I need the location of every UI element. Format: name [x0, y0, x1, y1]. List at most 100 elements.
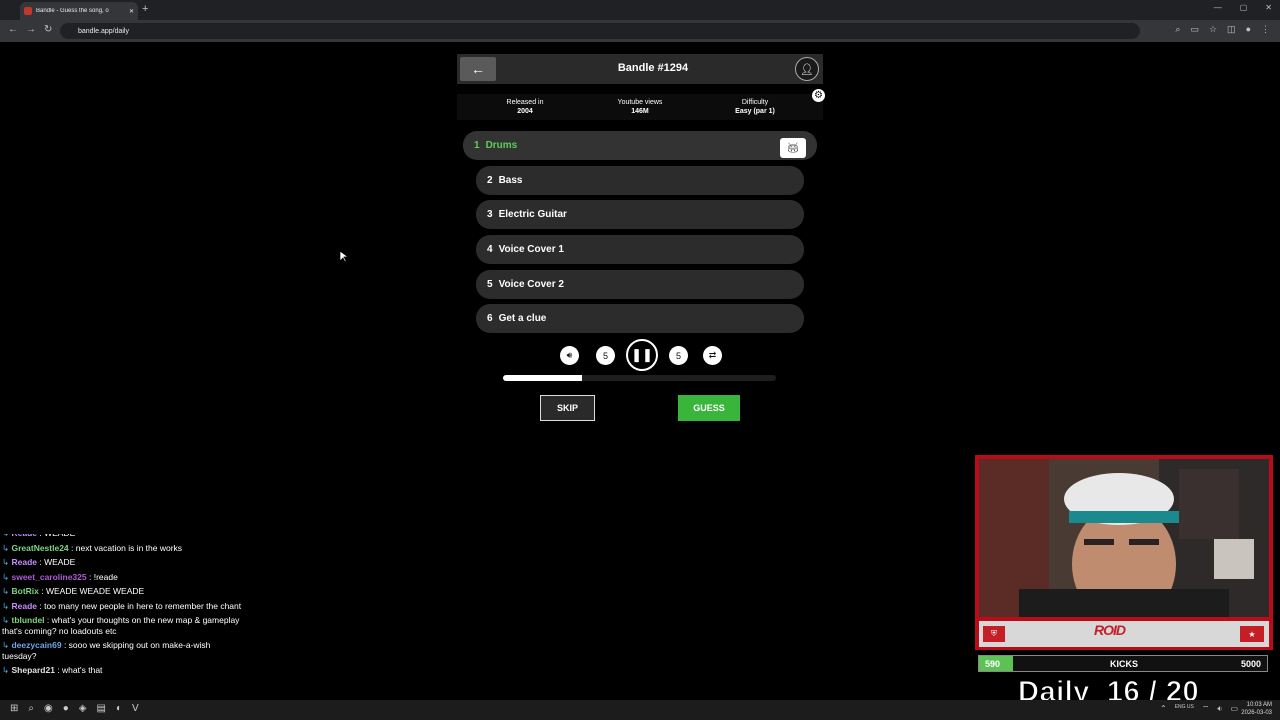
network-icon[interactable]: ⌔ — [1202, 704, 1210, 714]
stem-number: 3 — [487, 209, 493, 220]
skip-button[interactable]: SKIP — [540, 395, 595, 421]
discord-icon[interactable]: ◐ — [116, 703, 122, 714]
chat-username: Reade — [11, 534, 37, 538]
extension-icons: ⌕ ▭ ☆ ◫ ● ⋮ — [1175, 24, 1270, 35]
info-difficulty: Difficulty Easy (par 1) — [705, 98, 805, 116]
page-title: Bandle #1294 — [617, 62, 689, 74]
taskbar-clock[interactable]: 10:03 AM 2026-03-03 — [1241, 701, 1272, 717]
minimize-button[interactable]: — — [1214, 3, 1222, 12]
kicks-max: 5000 — [1240, 659, 1261, 669]
close-tab-icon[interactable]: ✕ — [129, 8, 134, 15]
spotify-icon[interactable]: ● — [63, 703, 69, 714]
tray-chevron-icon[interactable]: ⌃ — [1160, 704, 1167, 714]
user-profile-button[interactable]: 👤︎ — [795, 57, 819, 81]
stem-row-voice-cover-2[interactable]: 5 Voice Cover 2 — [476, 270, 804, 299]
settings-gear-icon[interactable]: ⚙ — [812, 89, 825, 102]
stem-number: 2 — [487, 175, 493, 186]
profile-icon[interactable]: ● — [1246, 24, 1251, 35]
forward-5-button[interactable]: 5 — [669, 346, 688, 365]
kicks-label: KICKS — [1109, 659, 1138, 669]
stem-row-get-a-clue[interactable]: 6 Get a clue — [476, 304, 804, 333]
rewind-5-button[interactable]: 5 — [596, 346, 615, 365]
stem-row-electric-guitar[interactable]: 3 Electric Guitar — [476, 200, 804, 229]
forward-icon: 5 — [675, 350, 681, 361]
browser-tab[interactable]: Bandle - Guess the song, o ✕ — [20, 2, 138, 20]
webcam-feed — [979, 459, 1269, 617]
chat-username: Reade — [11, 557, 37, 567]
clock-date: 2026-03-03 — [1241, 710, 1272, 716]
info-value: 2004 — [517, 108, 533, 115]
stem-number: 4 — [487, 244, 493, 255]
drum-kit-icon: 🥁︎ — [780, 138, 806, 158]
cast-icon[interactable]: ▭ — [1190, 24, 1199, 35]
file-explorer-icon[interactable]: ▤ — [96, 703, 105, 714]
info-value: Easy (par 1) — [735, 108, 775, 115]
chat-message: ↳ deezycain69 : sooo we skipping out on … — [0, 638, 244, 663]
stem-row-voice-cover-1[interactable]: 4 Voice Cover 1 — [476, 235, 804, 264]
stem-label: Electric Guitar — [498, 209, 567, 220]
chat-username: Shepard21 — [11, 665, 55, 675]
chat-message: ↳ BotRix : WEADE WEADE WEADE — [0, 584, 244, 599]
volume-icon[interactable]: 🔊︎ — [560, 346, 579, 365]
app-icon[interactable]: ◈ — [79, 703, 87, 714]
info-views: Youtube views 146M — [590, 98, 690, 116]
chat-text: : what's that — [54, 665, 103, 675]
chat-message: ↳ GreatNestle24 : next vacation is in th… — [0, 541, 244, 556]
battery-icon[interactable]: ▭ — [1230, 704, 1238, 714]
chat-text: : WEADE — [37, 557, 76, 567]
start-icon[interactable]: ⊞ — [10, 703, 18, 714]
chrome-icon[interactable]: ◉ — [44, 703, 53, 714]
pause-button[interactable]: ❚❚ — [626, 339, 658, 371]
stem-label: Get a clue — [498, 313, 547, 324]
zoom-icon[interactable]: ⌕ — [1175, 24, 1180, 35]
vivaldi-icon[interactable]: V — [132, 703, 139, 714]
chat-username: GreatNestle24 — [11, 542, 69, 553]
rewind-icon: 5 — [602, 350, 608, 361]
back-arrow-icon[interactable]: ← — [8, 24, 18, 35]
stem-label: Bass — [498, 175, 523, 186]
guess-button[interactable]: GUESS — [678, 395, 740, 421]
stem-row-drums[interactable]: 1 Drums — [463, 131, 817, 160]
chat-username: deezycain69 — [11, 640, 62, 650]
language-indicator[interactable]: ENG US — [1175, 704, 1194, 714]
stem-row-bass[interactable]: 2 Bass — [476, 166, 804, 195]
chat-username: sweet_caroline325 — [11, 571, 87, 582]
new-tab-button[interactable]: + — [142, 3, 148, 15]
forward-arrow-icon[interactable]: → — [26, 24, 36, 35]
bookmark-star-icon[interactable]: ☆ — [1209, 24, 1217, 35]
chat-text: : WEADE WEADE WEADE — [38, 586, 145, 596]
chat-message: ↳ sweet_caroline325 : !reade — [0, 570, 244, 585]
menu-icon[interactable]: ⋮ — [1261, 24, 1270, 35]
maximize-button[interactable]: ▢ — [1240, 3, 1248, 12]
playback-progress-bar[interactable] — [503, 375, 776, 381]
chat-message: ↳ tblundel : what's your thoughts on the… — [0, 613, 244, 638]
brand-star-icon: ★ — [1240, 626, 1264, 642]
info-released: Released in 2004 — [475, 98, 575, 116]
url-field[interactable]: bandle.app/daily — [60, 23, 1140, 39]
stem-number: 6 — [487, 313, 493, 324]
taskbar-apps: ⊞ ⌕ ◉ ● ◈ ▤ ◐ V — [10, 703, 139, 714]
speaker-icon[interactable]: 🔉︎ — [1217, 704, 1222, 714]
info-label: Difficulty — [741, 99, 769, 106]
chat-text: : next vacation is in the works — [68, 542, 183, 553]
brand-left-icon: ⛨ — [983, 626, 1005, 642]
search-icon[interactable]: ⌕ — [28, 703, 34, 714]
tab-title: Bandle - Guess the song, o — [36, 8, 109, 14]
loop-off-icon[interactable]: ⇄ — [703, 346, 722, 365]
close-window-button[interactable]: ✕ — [1265, 3, 1272, 12]
reload-icon[interactable]: ↻ — [44, 24, 52, 35]
stem-label: Drums — [485, 140, 518, 151]
kicks-goal-bar: 590 KICKS 5000 — [978, 655, 1268, 672]
stem-number: 1 — [474, 140, 480, 151]
user-icon: 👤︎ — [800, 63, 814, 76]
info-value: 146M — [631, 108, 649, 115]
chat-message: ↳ Shepard21 : what's that — [0, 663, 244, 678]
address-bar-row: ← → ↻ bandle.app/daily ⌕ ▭ ☆ ◫ ● ⋮ — [0, 20, 1280, 42]
stem-label: Voice Cover 2 — [498, 279, 564, 290]
extensions-icon[interactable]: ◫ — [1227, 24, 1236, 35]
window-controls: — ▢ ✕ — [1214, 3, 1272, 12]
chat-text: : WEADE — [37, 534, 75, 538]
clock-time: 10:03 AM — [1246, 702, 1272, 708]
back-button[interactable]: ← — [460, 57, 496, 81]
chat-username: BotRix — [11, 586, 39, 596]
